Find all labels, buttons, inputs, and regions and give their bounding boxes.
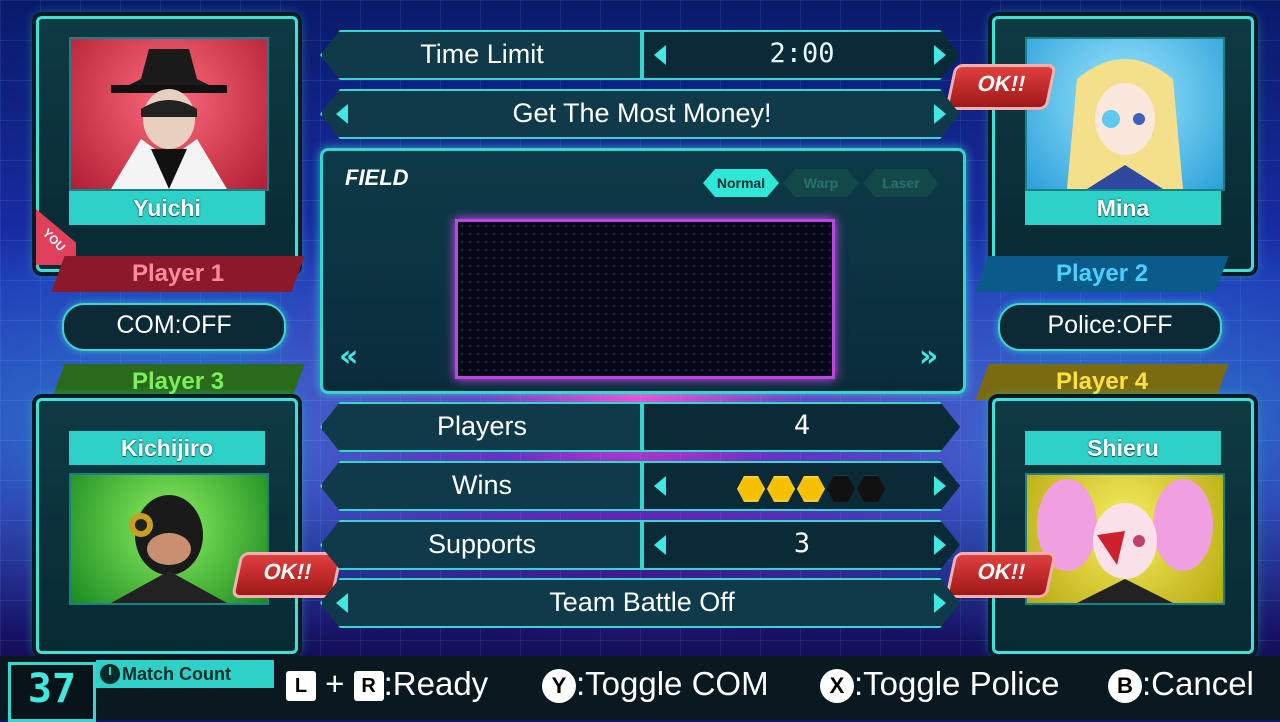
clock-icon — [100, 664, 120, 684]
wins-hex-icon — [737, 475, 765, 502]
b-button-icon: B — [1108, 669, 1142, 704]
wins-hex-icon — [767, 475, 795, 502]
player3-tag: Player 3 — [51, 364, 305, 400]
player1-name: Yuichi — [69, 191, 265, 225]
wins-hex-icon — [827, 475, 855, 502]
player2-portrait — [1025, 37, 1225, 191]
hint-toggle-com-text: :Toggle COM — [576, 665, 769, 702]
player2-name: Mina — [1025, 191, 1221, 225]
player4-card[interactable]: Shieru — [992, 398, 1254, 654]
game-mode-right-arrow-icon[interactable] — [934, 104, 946, 124]
wins-label: Wins — [452, 470, 512, 500]
supports-label: Supports — [427, 529, 537, 559]
game-mode-value: Get The Most Money! — [512, 98, 772, 128]
time-limit-bar[interactable]: Time Limit 2:00 — [320, 30, 960, 80]
player2-tag: Player 2 — [975, 256, 1229, 292]
field-mode-normal[interactable]: Normal — [703, 169, 779, 197]
time-limit-value: 2:00 — [769, 38, 835, 69]
match-count-label: Match Count — [96, 660, 274, 688]
player1-portrait — [69, 37, 269, 191]
x-button-icon: X — [820, 669, 854, 704]
team-battle-value: Team Battle Off — [549, 587, 735, 617]
player4-portrait — [1025, 473, 1225, 605]
r-button-icon: R — [353, 671, 384, 702]
hint-toggle-police-text: :Toggle Police — [854, 665, 1060, 702]
match-count-value: 37 — [8, 662, 96, 722]
field-title: FIELD — [345, 165, 409, 190]
hint-ready: L + R:Ready — [286, 662, 488, 706]
players-bar[interactable]: Players 4 — [320, 402, 960, 452]
wins-hex-icon — [797, 475, 825, 502]
wins-bar[interactable]: Wins — [320, 461, 960, 511]
time-limit-label: Time Limit — [420, 39, 544, 69]
hint-toggle-police: X:Toggle Police — [820, 662, 1059, 706]
player2-ready-badge: OK!! — [945, 64, 1057, 110]
hint-ready-joiner: + — [325, 665, 345, 702]
player3-name: Kichijiro — [69, 431, 265, 465]
players-value: 4 — [793, 410, 811, 441]
player1-tag: Player 1 — [51, 256, 305, 292]
time-limit-right-arrow-icon[interactable] — [934, 45, 946, 65]
player4-name: Shieru — [1025, 431, 1221, 465]
field-select-panel[interactable]: FIELD Normal Warp Laser « » — [320, 148, 966, 394]
hint-cancel: B:Cancel — [1108, 662, 1254, 706]
field-preview — [455, 219, 835, 379]
supports-value: 3 — [793, 528, 811, 559]
player2-police-toggle[interactable]: Police:OFF — [998, 303, 1222, 351]
player4-tag: Player 4 — [975, 364, 1229, 400]
field-prev-arrow-icon[interactable]: « — [339, 339, 358, 374]
wins-right-arrow-icon[interactable] — [934, 476, 946, 496]
player3-ready-badge: OK!! — [231, 552, 343, 598]
l-button-icon: L — [286, 671, 316, 702]
player2-card[interactable]: Mina — [992, 16, 1254, 272]
player1-card[interactable]: Yuichi YOU — [36, 16, 298, 272]
field-mode-laser[interactable]: Laser — [863, 169, 939, 197]
supports-bar[interactable]: Supports 3 — [320, 520, 960, 570]
y-button-icon: Y — [542, 669, 576, 704]
supports-right-arrow-icon[interactable] — [934, 535, 946, 555]
player4-character-image — [1037, 479, 1213, 603]
player1-com-toggle[interactable]: COM:OFF — [62, 303, 286, 351]
game-mode-bar[interactable]: Get The Most Money! — [320, 89, 960, 139]
wins-indicator — [726, 472, 896, 502]
wins-hex-icon — [857, 475, 885, 502]
field-mode-warp[interactable]: Warp — [783, 169, 859, 197]
team-battle-right-arrow-icon[interactable] — [934, 593, 946, 613]
hint-toggle-com: Y:Toggle COM — [542, 662, 769, 706]
player4-ready-badge: OK!! — [945, 552, 1057, 598]
player3-card[interactable]: Kichijiro — [36, 398, 298, 654]
team-battle-bar[interactable]: Team Battle Off — [320, 578, 960, 628]
player2-character-image — [1067, 59, 1183, 189]
field-next-arrow-icon[interactable]: » — [919, 339, 938, 374]
players-label: Players — [436, 411, 528, 441]
wins-left-arrow-icon[interactable] — [654, 476, 666, 496]
hint-ready-text: :Ready — [383, 665, 489, 702]
player1-character-image — [111, 49, 227, 189]
hint-cancel-text: :Cancel — [1142, 665, 1254, 702]
